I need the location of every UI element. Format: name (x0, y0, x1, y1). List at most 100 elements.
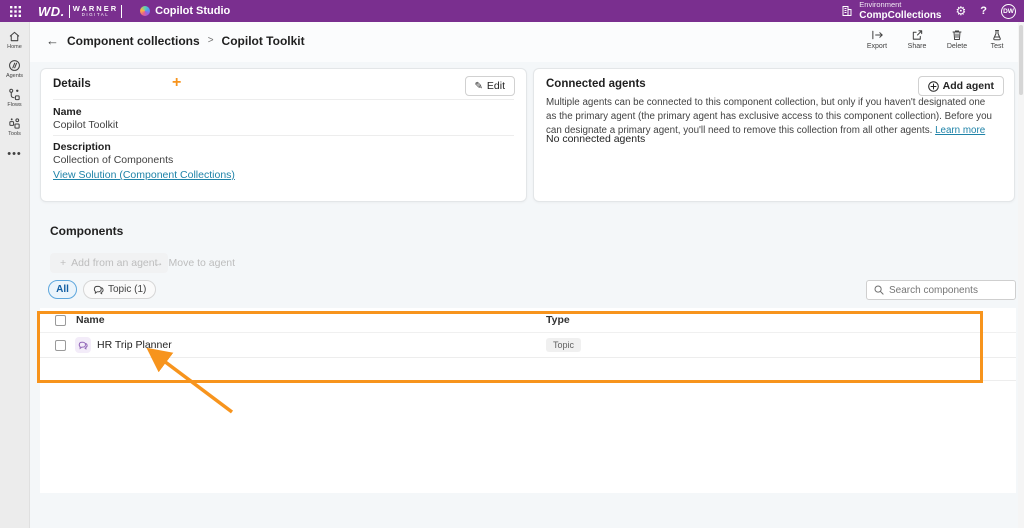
select-all-checkbox[interactable] (55, 315, 66, 326)
column-header-name[interactable]: Name (76, 314, 105, 326)
vertical-scrollbar[interactable] (1018, 22, 1024, 528)
edit-button[interactable]: ✎ Edit (465, 76, 515, 96)
add-agent-label: Add agent (943, 80, 994, 92)
filter-topic-label: Topic (1) (108, 284, 146, 295)
topic-row-icon (75, 337, 91, 353)
export-button[interactable]: Export (862, 29, 892, 50)
breadcrumb-separator: > (208, 35, 214, 46)
plus-icon: + (60, 257, 66, 269)
divider (53, 99, 514, 100)
toolbar-action-label: Test (991, 43, 1004, 50)
flows-icon (8, 88, 21, 101)
share-icon (911, 29, 924, 41)
add-from-agent-label: Add from an agent (71, 257, 157, 269)
scrollbar-thumb[interactable] (1019, 25, 1023, 95)
sidebar-item-label: Flows (7, 102, 21, 108)
sidebar-item-home[interactable]: Home (0, 30, 30, 50)
environment-building-icon (841, 5, 853, 17)
toolbar-action-label: Delete (947, 43, 967, 50)
logo-line1: WARNER (73, 5, 118, 13)
edit-button-label: Edit (487, 80, 505, 92)
environment-name: CompCollections (859, 10, 941, 21)
app-header: WD. WARNER DIGITAL Copilot Studio Enviro… (0, 0, 1024, 22)
row-checkbox[interactable] (55, 340, 66, 351)
export-icon (871, 29, 884, 41)
copilot-studio-screen: WD. WARNER DIGITAL Copilot Studio Enviro… (0, 0, 1024, 528)
app-launcher-waffle-icon[interactable] (0, 0, 30, 22)
arrow-right-icon: → (153, 257, 164, 269)
topic-chat-icon (78, 341, 88, 350)
sidebar-more-icon[interactable]: ••• (7, 148, 22, 160)
sidebar-item-flows[interactable]: Flows (0, 88, 30, 108)
test-beaker-icon (991, 29, 1003, 41)
logo-box: WARNER DIGITAL (69, 5, 122, 18)
sidebar-item-label: Tools (8, 131, 21, 137)
logo-line2: DIGITAL (73, 13, 118, 18)
delete-trash-icon (951, 29, 963, 41)
filter-pill-all[interactable]: All (48, 280, 77, 299)
delete-button[interactable]: Delete (942, 29, 972, 50)
connected-agents-title: Connected agents (546, 78, 646, 90)
warner-digital-logo: WD. WARNER DIGITAL (38, 4, 122, 19)
name-field-value: Copilot Toolkit (53, 119, 118, 131)
column-header-type[interactable]: Type (546, 314, 570, 326)
settings-gear-icon[interactable]: ⚙ (956, 5, 967, 17)
toolbar-action-label: Share (908, 43, 927, 50)
filter-all-label: All (56, 284, 69, 295)
header-right-controls: Environment CompCollections ⚙ ? DW (841, 1, 1024, 20)
tools-icon (8, 117, 21, 130)
user-avatar[interactable]: DW (1001, 4, 1016, 19)
table-header-row: Name Type (40, 308, 1016, 333)
search-icon (874, 285, 884, 295)
move-to-agent-button[interactable]: → Move to agent (153, 253, 235, 273)
filter-pill-topic[interactable]: Topic (1) (83, 280, 156, 299)
description-field-label: Description (53, 141, 111, 153)
copilot-studio-logo-icon (140, 6, 150, 16)
agents-icon (8, 59, 21, 72)
environment-label: Environment (859, 1, 941, 9)
add-agent-button[interactable]: Add agent (918, 76, 1004, 96)
breadcrumb-component-collections[interactable]: Component collections (67, 34, 200, 48)
details-card: Details ✎ Edit Name Copilot Toolkit Desc… (40, 68, 527, 202)
learn-more-link[interactable]: Learn more (935, 125, 985, 136)
divider (53, 135, 514, 136)
name-field-label: Name (53, 106, 82, 118)
view-solution-link[interactable]: View Solution (Component Collections) (53, 169, 235, 181)
test-button[interactable]: Test (982, 29, 1012, 50)
breadcrumb-copilot-toolkit: Copilot Toolkit (222, 34, 305, 48)
page-toolbar: Export Share Delete (862, 29, 1012, 50)
waffle-icon (10, 6, 21, 17)
sidebar-item-label: Home (7, 44, 22, 50)
connected-agents-card: Connected agents Add agent Multiple agen… (533, 68, 1015, 202)
row-type-badge: Topic (546, 338, 581, 352)
sidebar-item-agents[interactable]: Agents (0, 59, 30, 79)
home-icon (8, 30, 21, 43)
components-table: Name Type HR Trip Planner Topic (40, 308, 1016, 493)
sidebar-item-tools[interactable]: Tools (0, 117, 30, 137)
sidebar-item-label: Agents (6, 73, 23, 79)
logo-wd-text: WD. (38, 4, 65, 19)
table-empty-row (40, 358, 1016, 381)
share-button[interactable]: Share (902, 29, 932, 50)
breadcrumb: ← Component collections > Copilot Toolki… (46, 33, 305, 48)
left-sidebar: Home Agents Flows To (0, 22, 30, 528)
environment-picker[interactable]: Environment CompCollections (841, 1, 941, 20)
move-to-agent-label: Move to agent (169, 257, 236, 269)
row-name-cell: HR Trip Planner (97, 339, 172, 351)
components-section-title: Components (50, 224, 123, 238)
details-card-title: Details (53, 78, 91, 90)
table-row-hr-trip-planner[interactable]: HR Trip Planner Topic (40, 333, 1016, 358)
no-connected-agents-text: No connected agents (546, 133, 645, 145)
search-components-box[interactable] (866, 280, 1016, 300)
copilot-studio-brand: Copilot Studio (140, 5, 230, 17)
toolbar-action-label: Export (867, 43, 887, 50)
add-from-agent-button[interactable]: + Add from an agent (50, 253, 168, 273)
description-field-value: Collection of Components (53, 154, 173, 166)
topic-chat-icon (93, 285, 104, 295)
edit-pencil-icon: ✎ (475, 81, 483, 92)
help-icon[interactable]: ? (980, 6, 987, 17)
add-circle-icon (928, 81, 939, 92)
app-title: Copilot Studio (155, 5, 230, 17)
back-arrow-icon[interactable]: ← (46, 33, 59, 48)
search-components-input[interactable] (889, 285, 1004, 296)
